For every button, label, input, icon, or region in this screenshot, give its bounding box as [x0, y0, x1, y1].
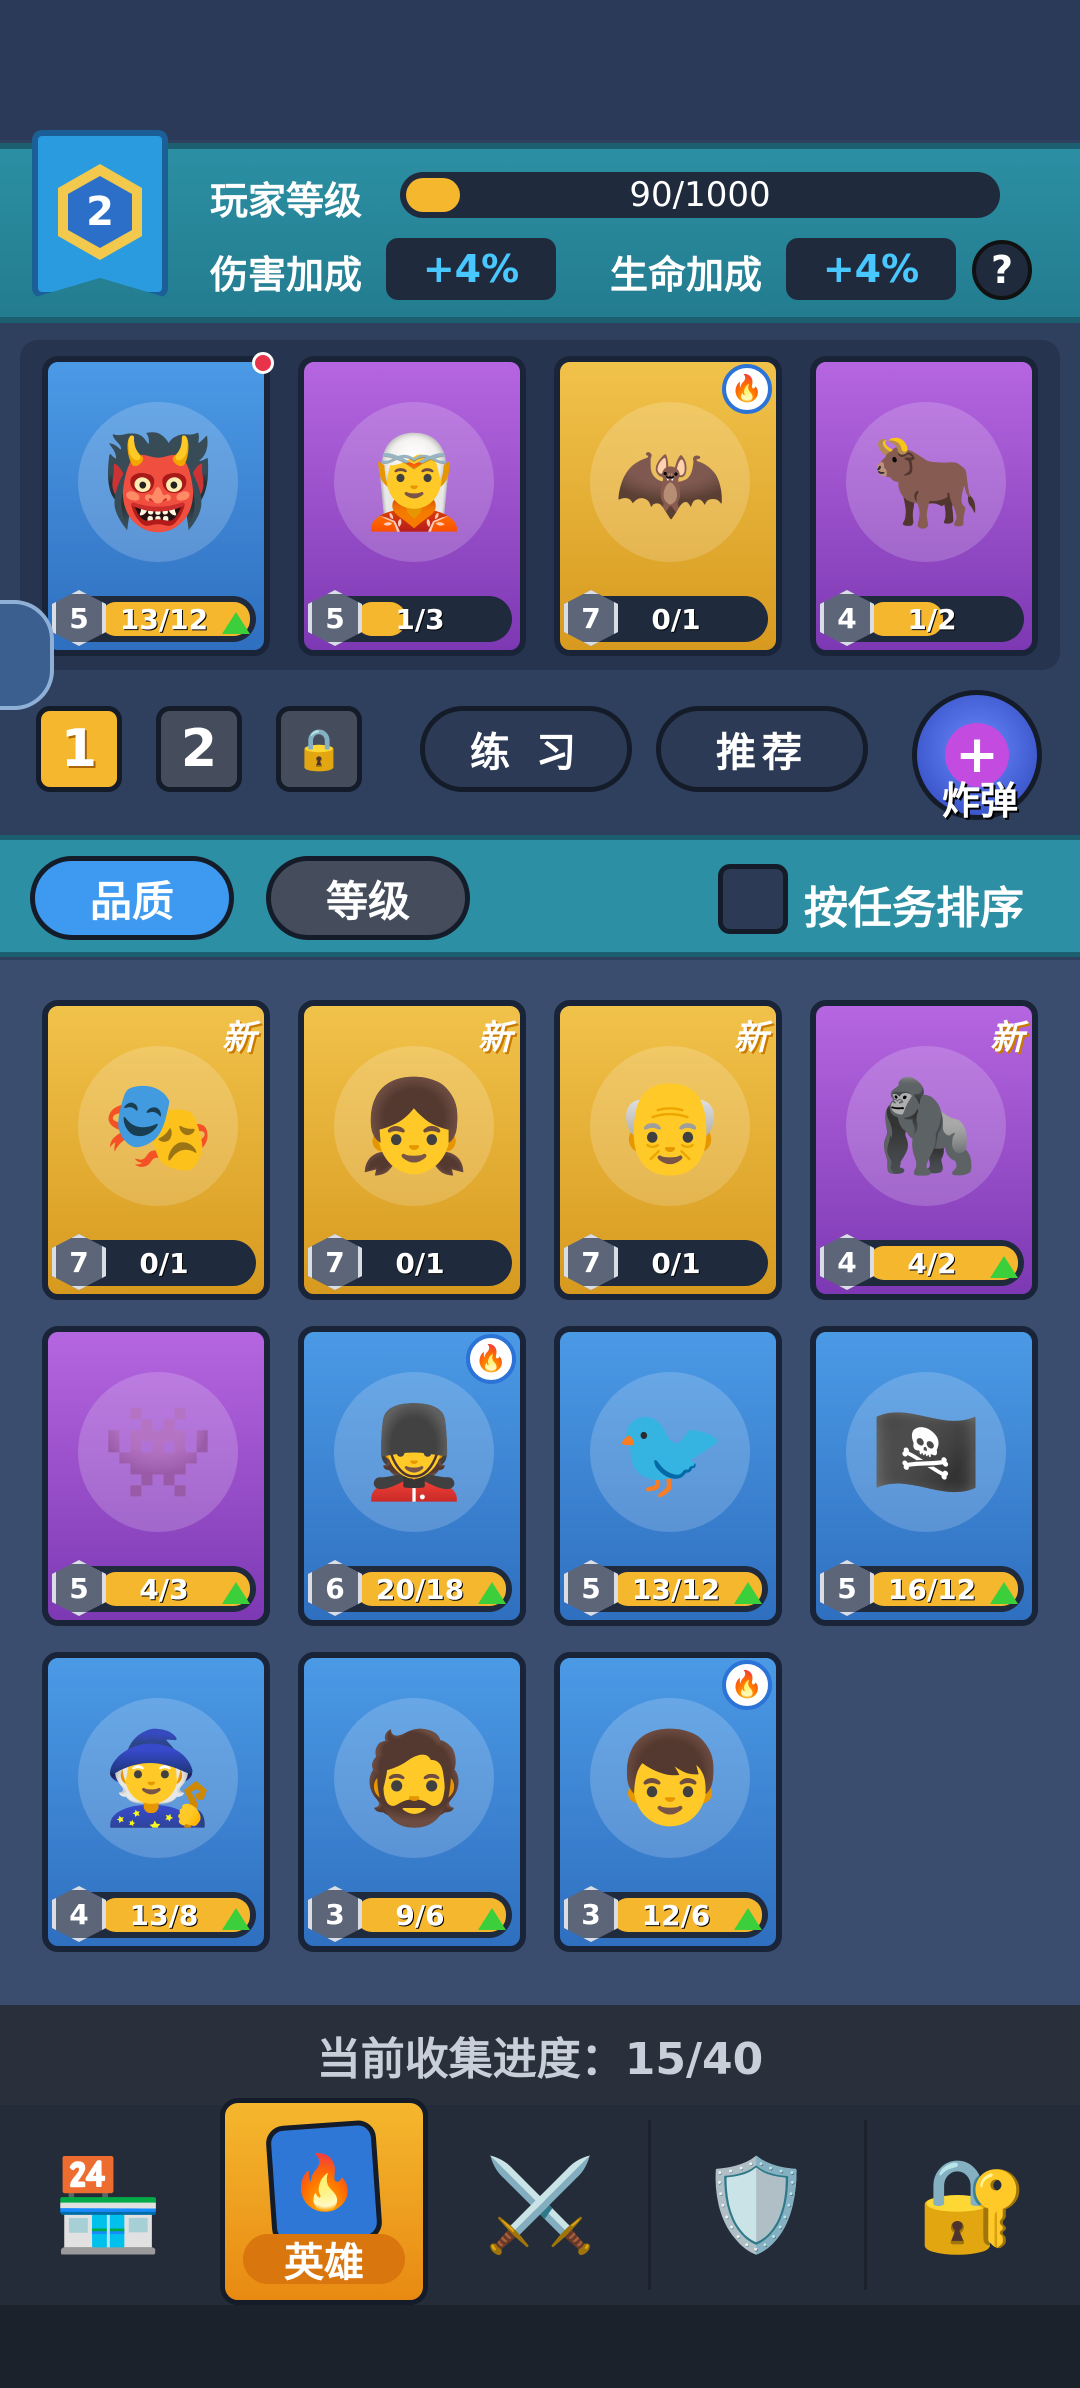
fire-element-icon: 🔥 — [722, 1660, 772, 1710]
status-area — [0, 0, 1080, 140]
shop-icon: 🏪 — [51, 2152, 165, 2258]
fire-element-icon: 🔥 — [466, 1334, 516, 1384]
card-count: 4/2 — [907, 1246, 957, 1280]
hero-card[interactable]: 👴 7 0/1 新 — [554, 1000, 782, 1300]
health-bonus-label: 生命加成 — [610, 253, 763, 297]
damage-bonus-value: +4% — [386, 238, 556, 300]
hero-card[interactable]: 🎭 7 0/1 新 — [42, 1000, 270, 1300]
card-count: 0/1 — [651, 602, 701, 636]
upgrade-arrow-icon — [222, 612, 250, 634]
hero-card[interactable]: 🦍 4 4/2 新 — [810, 1000, 1038, 1300]
nav-clan[interactable]: 🛡️ — [648, 2105, 864, 2305]
nav-battle[interactable]: ⚔️ — [432, 2105, 648, 2305]
card-count: 0/1 — [395, 1246, 445, 1280]
hero-portrait: 👦 — [590, 1698, 750, 1858]
xp-text: 90/1000 — [629, 175, 771, 215]
upgrade-arrow-icon — [478, 1582, 506, 1604]
preset-tab-1[interactable]: 1 — [36, 706, 122, 792]
upgrade-arrow-icon — [734, 1908, 762, 1930]
hero-portrait: 🧝 — [334, 402, 494, 562]
card-count: 9/6 — [395, 1898, 445, 1932]
hero-portrait: 👴 — [590, 1046, 750, 1206]
hero-card[interactable]: 👧 7 0/1 新 — [298, 1000, 526, 1300]
card-count: 4/3 — [139, 1572, 189, 1606]
card-count: 1/3 — [395, 602, 445, 636]
sort-quality-tab[interactable]: 品质 — [30, 856, 234, 940]
upgrade-arrow-icon — [222, 1908, 250, 1930]
upgrade-arrow-icon — [478, 1908, 506, 1930]
hero-card[interactable]: 👾 5 4/3 — [42, 1326, 270, 1626]
card-count: 0/1 — [651, 1246, 701, 1280]
hero-portrait: 🧙 — [78, 1698, 238, 1858]
hero-portrait: 🐦 — [590, 1372, 750, 1532]
preset-tab-2[interactable]: 2 — [156, 706, 242, 792]
preset-tab-locked[interactable]: 🔒 — [276, 706, 362, 792]
lock-icon: 🔒 — [294, 726, 344, 773]
sort-by-task-label: 按任务排序 — [804, 883, 1024, 934]
hero-portrait: 👧 — [334, 1046, 494, 1206]
new-badge: 新 — [734, 1018, 768, 1058]
system-nav-area — [0, 2305, 1080, 2388]
nav-heroes-label: 英雄 — [243, 2234, 405, 2286]
nav-locked[interactable]: 🔐 — [864, 2105, 1080, 2305]
team-card[interactable]: 🐂 4 1/2 — [810, 356, 1038, 656]
hero-portrait: 👾 — [78, 1372, 238, 1532]
nav-heroes[interactable]: 🔥 英雄 — [220, 2098, 428, 2305]
hero-portrait: 🦇 — [590, 402, 750, 562]
hero-card[interactable]: 🧔 3 9/6 — [298, 1652, 526, 1952]
player-level-label: 玩家等级 — [210, 179, 363, 223]
card-count: 13/12 — [119, 602, 209, 636]
card-count: 16/12 — [887, 1572, 977, 1606]
xp-bar: 90/1000 — [400, 172, 1000, 218]
practice-button[interactable]: 练 习 — [420, 706, 632, 792]
hero-portrait: 👹 — [78, 402, 238, 562]
hero-card[interactable]: 💂 6 20/18 🔥 — [298, 1326, 526, 1626]
shield-icon: 🛡️ — [699, 2152, 813, 2258]
notification-dot — [252, 352, 274, 374]
bomb-label: 炸弹 — [941, 779, 1018, 823]
lock-icon: 🔐 — [915, 2152, 1029, 2258]
hero-card[interactable]: 🏴‍☠️ 5 16/12 — [810, 1326, 1038, 1626]
card-count: 0/1 — [139, 1246, 189, 1280]
recommend-button[interactable]: 推荐 — [656, 706, 868, 792]
collection-progress: 当前收集进度：15/40 — [0, 2005, 1080, 2105]
fire-element-icon: 🔥 — [722, 364, 772, 414]
card-count: 1/2 — [907, 602, 957, 636]
upgrade-arrow-icon — [222, 1582, 250, 1604]
team-card[interactable]: 🦇 7 0/1 🔥 — [554, 356, 782, 656]
card-count: 12/6 — [641, 1898, 711, 1932]
health-bonus-value: +4% — [786, 238, 956, 300]
upgrade-arrow-icon — [990, 1256, 1018, 1278]
hero-card-icon: 🔥 — [264, 2119, 384, 2247]
card-count: 13/12 — [631, 1572, 721, 1606]
card-count: 20/18 — [375, 1572, 465, 1606]
side-drawer-tab[interactable] — [0, 600, 54, 710]
help-button[interactable]: ? — [972, 240, 1032, 300]
hero-card[interactable]: 🐦 5 13/12 — [554, 1326, 782, 1626]
damage-bonus-label: 伤害加成 — [210, 253, 363, 297]
hero-portrait: 🎭 — [78, 1046, 238, 1206]
hero-portrait: 🏴‍☠️ — [846, 1372, 1006, 1532]
nav-shop[interactable]: 🏪 — [0, 2105, 216, 2305]
team-card[interactable]: 👹 5 13/12 — [42, 356, 270, 656]
new-badge: 新 — [222, 1018, 256, 1058]
sort-level-tab[interactable]: 等级 — [266, 856, 470, 940]
hero-portrait: 🧔 — [334, 1698, 494, 1858]
hero-card[interactable]: 🧙 4 13/8 — [42, 1652, 270, 1952]
hero-portrait: 🐂 — [846, 402, 1006, 562]
sort-by-task-checkbox[interactable] — [718, 864, 788, 934]
team-card[interactable]: 🧝 5 1/3 — [298, 356, 526, 656]
hero-portrait: 🦍 — [846, 1046, 1006, 1206]
new-badge: 新 — [478, 1018, 512, 1058]
hero-portrait: 💂 — [334, 1372, 494, 1532]
new-badge: 新 — [990, 1018, 1024, 1058]
upgrade-arrow-icon — [734, 1582, 762, 1604]
upgrade-arrow-icon — [990, 1582, 1018, 1604]
crossed-swords-icon: ⚔️ — [483, 2152, 597, 2258]
card-count: 13/8 — [129, 1898, 199, 1932]
hero-card[interactable]: 👦 3 12/6 🔥 — [554, 1652, 782, 1952]
